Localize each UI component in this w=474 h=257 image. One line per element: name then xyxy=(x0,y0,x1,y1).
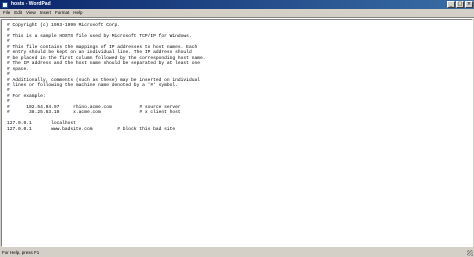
status-text: For Help, press F1 xyxy=(2,250,40,255)
status-bar: For Help, press F1 xyxy=(0,248,474,257)
menu-help[interactable]: Help xyxy=(73,9,82,17)
resize-grip-icon[interactable] xyxy=(467,250,473,256)
window-title: hosts - WordPad xyxy=(11,1,51,7)
menu-edit[interactable]: Edit xyxy=(14,9,22,17)
menu-format[interactable]: Format xyxy=(55,9,69,17)
menu-insert[interactable]: Insert xyxy=(40,9,51,17)
document-text[interactable]: # Copyright (c) 1993-1999 Microsoft Corp… xyxy=(7,23,205,132)
document-area[interactable]: # Copyright (c) 1993-1999 Microsoft Corp… xyxy=(1,19,473,247)
window-controls: _ □ × xyxy=(447,1,473,8)
menu-bar: File Edit View Insert Format Help xyxy=(0,9,474,17)
minimize-button[interactable]: _ xyxy=(447,1,455,8)
title-bar[interactable]: hosts - WordPad _ □ × xyxy=(0,0,474,9)
menu-file[interactable]: File xyxy=(3,9,10,17)
maximize-button[interactable]: □ xyxy=(456,1,464,8)
close-button[interactable]: × xyxy=(465,1,473,8)
wordpad-app-icon[interactable] xyxy=(2,1,8,8)
menu-view[interactable]: View xyxy=(26,9,36,17)
